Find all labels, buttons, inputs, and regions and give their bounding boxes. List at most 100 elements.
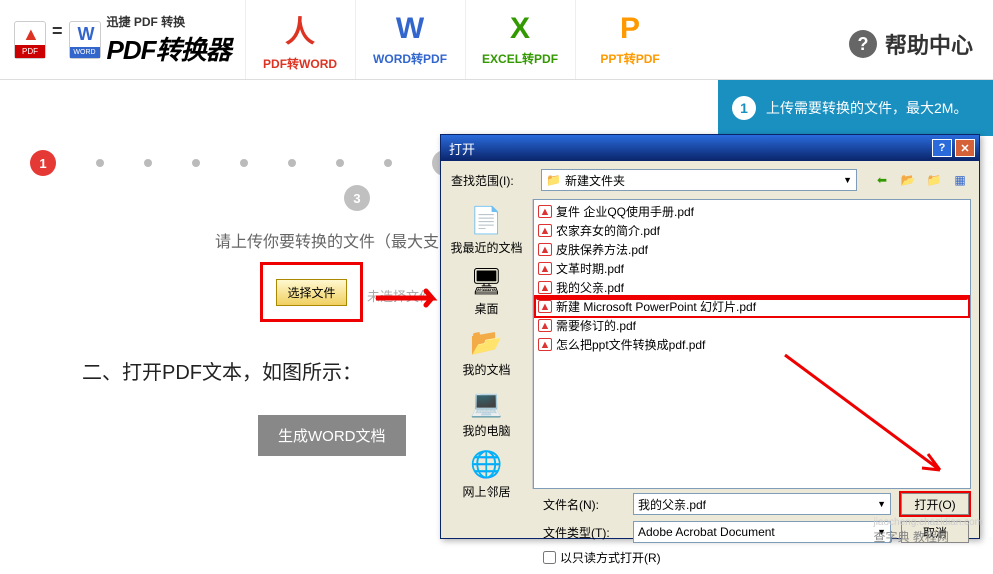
pdf-file-icon: ▲ [538,300,552,313]
word-icon: W [396,12,424,46]
file-name: 需要修订的.pdf [556,317,636,334]
desktop-icon: 🖥 [470,264,504,298]
pdf-file-icon: ▲ [538,262,552,275]
help-label: 帮助中心 [885,28,973,60]
logo-subtitle: 迅捷 PDF 转换 [107,13,231,30]
dot-1[interactable]: 1 [30,150,56,176]
header: = 迅捷 PDF 转换 PDF转换器 人 PDF转WORD W WORD转PDF… [0,0,993,80]
file-name: 农家弃女的简介.pdf [556,222,660,239]
network-icon: 🌐 [469,447,503,481]
filename-value: 我的父亲.pdf [638,496,706,513]
view-icon[interactable]: ▦ [951,171,969,189]
pdf-file-icon: ▲ [538,281,552,294]
logo: = 迅捷 PDF 转换 PDF转换器 [0,13,245,67]
file-row[interactable]: ▲ 需要修订的.pdf [536,316,968,335]
lookup-label: 查找范围(I): [451,172,533,189]
file-row[interactable]: ▲ 怎么把ppt文件转换成pdf.pdf [536,335,968,354]
generate-word-button[interactable]: 生成WORD文档 [258,415,406,456]
filename-input[interactable]: 我的父亲.pdf ▼ [633,493,891,515]
logo-title: PDF转换器 [107,30,231,67]
dot-3[interactable]: 3 [344,185,370,211]
annotation-underline [536,295,968,300]
file-list[interactable]: ▲复件 企业QQ使用手册.pdf ▲农家弃女的简介.pdf ▲皮肤保养方法.pd… [533,199,971,489]
place-network[interactable]: 🌐 网上邻居 [462,447,510,500]
dialog-title: 打开 [449,139,475,158]
chevron-down-icon: ▼ [877,499,886,509]
dot [288,159,296,167]
places-bar: 📄 我最近的文档 🖥 桌面 📂 我的文档 💻 我的电脑 🌐 网上邻居 [441,199,533,489]
dot [96,159,104,167]
choose-file-button[interactable]: 选择文件 [276,279,346,306]
dot [192,159,200,167]
upload-hint: 请上传你要转换的文件（最大支 [215,228,439,252]
new-folder-icon[interactable]: 📁 [925,171,943,189]
pdf-file-icon: ▲ [538,338,552,351]
pdf-file-icon: ▲ [538,243,552,256]
file-row[interactable]: ▲农家弃女的简介.pdf [536,221,968,240]
ppt-icon: P [620,12,640,46]
place-label: 桌面 [474,300,498,317]
readonly-label: 以只读方式打开(R) [560,549,661,566]
filename-label: 文件名(N): [543,496,623,513]
file-name: 复件 企业QQ使用手册.pdf [556,203,694,220]
dialog-close-button[interactable]: ✕ [955,139,975,157]
filetype-value: Adobe Acrobat Document [638,525,775,539]
chevron-down-icon: ▼ [843,175,852,185]
dot [336,159,344,167]
computer-icon: 💻 [469,386,503,420]
place-recent[interactable]: 📄 我最近的文档 [450,203,522,256]
tab-pdf-to-word[interactable]: 人 PDF转WORD [245,0,355,79]
help-center[interactable]: ? 帮助中心 [849,28,973,60]
place-label: 我的文档 [462,361,510,378]
dialog-titlebar[interactable]: 打开 ? ✕ [441,135,979,161]
file-row[interactable]: ▲复件 企业QQ使用手册.pdf [536,202,968,221]
file-name: 皮肤保养方法.pdf [556,241,648,258]
tab-label: EXCEL转PDF [482,50,558,67]
tab-word-to-pdf[interactable]: W WORD转PDF [355,0,465,79]
folder-select[interactable]: 📁 新建文件夹 ▼ [541,169,857,191]
pdf-file-icon: ▲ [538,319,552,332]
readonly-checkbox-row[interactable]: 以只读方式打开(R) [543,549,969,566]
file-row[interactable]: ▲ 皮肤保养方法.pdf [536,240,968,259]
file-name: 我的父亲.pdf [556,279,624,296]
folder-name: 新建文件夹 [565,172,625,189]
file-row[interactable]: ▲文革时期.pdf [536,259,968,278]
help-icon: ? [849,30,877,58]
dot [240,159,248,167]
place-label: 我的电脑 [462,422,510,439]
instruction-text: 二、打开PDF文本，如图所示： [82,356,362,385]
back-icon[interactable]: ⬅ [873,171,891,189]
tab-ppt-to-pdf[interactable]: P PPT转PDF [575,0,685,79]
step-1: 1 上传需要转换的文件，最大2M。 [718,90,993,126]
tab-excel-to-pdf[interactable]: X EXCEL转PDF [465,0,575,79]
place-mydocs[interactable]: 📂 我的文档 [462,325,510,378]
file-name: 怎么把ppt文件转换成pdf.pdf [556,336,705,353]
file-name: 新建 Microsoft PowerPoint 幻灯片.pdf [556,298,756,315]
step-text: 上传需要转换的文件，最大2M。 [766,98,967,118]
watermark: jiaocheng.chazidian.com 查字典 教程网 [873,517,983,545]
tab-label: WORD转PDF [373,50,447,67]
place-label: 我最近的文档 [450,239,522,256]
up-icon[interactable]: 📂 [899,171,917,189]
dialog-help-button[interactable]: ? [932,139,952,157]
file-row-selected[interactable]: ▲ 我的父亲.pdf [536,278,968,297]
place-desktop[interactable]: 🖥 桌面 [470,264,504,317]
recent-docs-icon: 📄 [469,203,503,237]
readonly-checkbox[interactable] [543,551,556,564]
dot [384,159,392,167]
open-button[interactable]: 打开(O) [901,493,969,515]
choose-file-highlight: 选择文件 [260,262,363,322]
dot [144,159,152,167]
place-label: 网上邻居 [462,483,510,500]
pdf-badge-icon [14,21,46,59]
place-mycomputer[interactable]: 💻 我的电脑 [462,386,510,439]
excel-icon: X [510,12,530,46]
watermark-url: jiaocheng.chazidian.com [873,517,983,528]
filetype-select[interactable]: Adobe Acrobat Document▼ [633,521,891,543]
tab-label: PDF转WORD [263,55,337,72]
annotation-arrow-icon [376,288,442,308]
word-badge-icon [69,21,101,59]
lookup-bar: 查找范围(I): 📁 新建文件夹 ▼ ⬅ 📂 📁 ▦ [441,161,979,199]
tabs: 人 PDF转WORD W WORD转PDF X EXCEL转PDF P PPT转… [245,0,685,79]
mydocs-icon: 📂 [469,325,503,359]
